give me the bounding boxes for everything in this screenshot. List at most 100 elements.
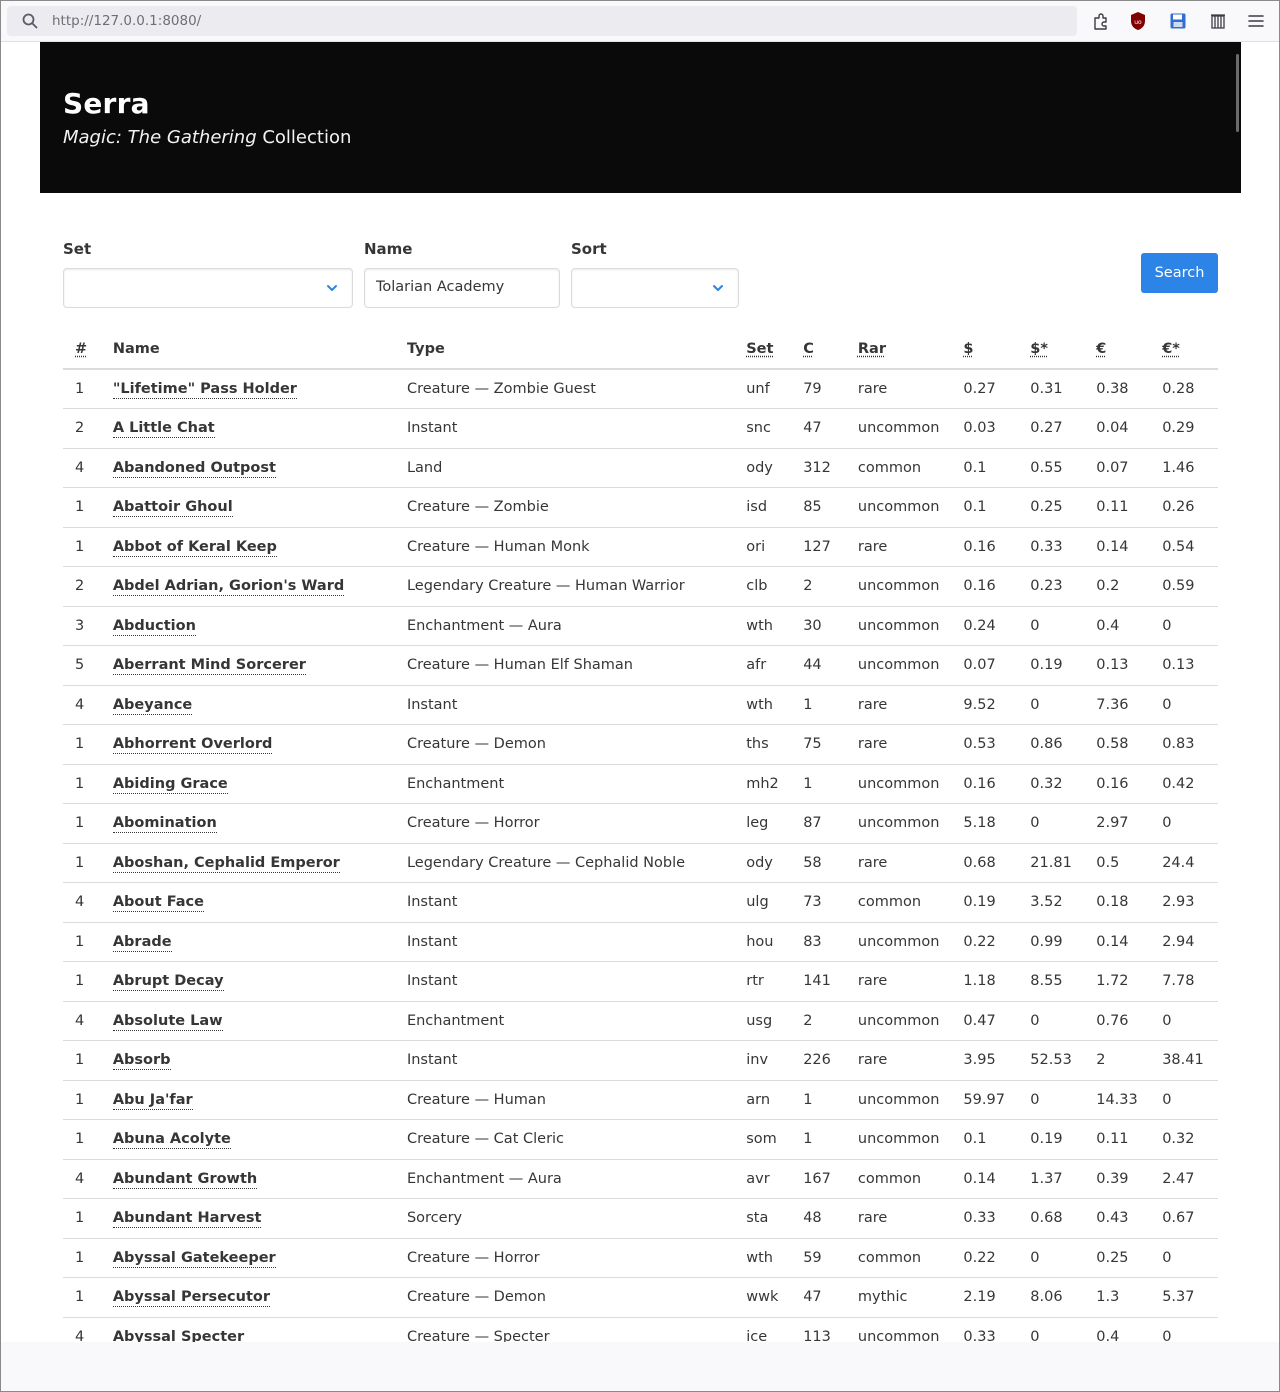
cell-eur: 0.11 [1084, 487, 1151, 528]
card-name-link[interactable]: Abhorrent Overlord [112, 736, 273, 755]
cell-usd-foil: 0 [1018, 606, 1085, 646]
card-name-link[interactable]: Abeyance [112, 696, 193, 715]
card-name-link[interactable]: Absolute Law [112, 1012, 223, 1031]
cell-type: Creature — Human Monk [394, 527, 735, 567]
cell-set: ody [734, 843, 792, 883]
cell-count: 1 [63, 843, 101, 883]
cell-eur-foil: 0 [1150, 606, 1218, 646]
sort-label: Sort [571, 240, 607, 258]
cell-count: 4 [63, 448, 101, 488]
card-name-link[interactable]: About Face [112, 894, 204, 913]
card-name-link[interactable]: Abduction [112, 617, 196, 636]
cell-count: 2 [63, 566, 101, 607]
name-input[interactable]: Tolarian Academy [364, 268, 560, 308]
card-name-link[interactable]: Abattoir Ghoul [112, 499, 233, 518]
cell-eur-foil: 0 [1150, 1001, 1218, 1041]
header-eur[interactable]: € [1084, 330, 1151, 370]
table-body: 1 "Lifetime" Pass Holder Creature — Zombie… [63, 369, 1218, 1342]
card-name-link[interactable]: A Little Chat [112, 420, 215, 439]
cell-count: 4 [63, 882, 101, 923]
cell-name: Abyssal Specter [100, 1317, 395, 1342]
card-name-link[interactable]: Absorb [112, 1052, 171, 1071]
svg-text:uo: uo [1134, 19, 1142, 26]
cell-rarity: uncommon [845, 566, 952, 607]
cell-usd-foil: 0.86 [1018, 724, 1085, 765]
cell-collector-number: 87 [791, 803, 846, 844]
header-rarity[interactable]: Rar [845, 330, 952, 370]
cell-count: 4 [63, 1317, 101, 1342]
cell-rarity: common [845, 1159, 952, 1199]
card-name-link[interactable]: Abundant Harvest [112, 1210, 262, 1229]
library-icon[interactable] [1207, 10, 1229, 32]
header-eur-foil[interactable]: €* [1150, 330, 1218, 370]
card-name-link[interactable]: Aberrant Mind Sorcerer [112, 657, 306, 676]
url-text[interactable]: http://127.0.0.1:8080/ [52, 13, 201, 29]
cell-usd: 0.22 [951, 1238, 1019, 1278]
cell-usd-foil: 0 [1018, 1001, 1085, 1041]
ublock-icon[interactable]: uo [1127, 10, 1149, 32]
cell-usd: 0.53 [951, 724, 1019, 765]
table-row: 4 Abandoned Outpost Land ody 312 common 0.1 0.5… [63, 448, 1218, 488]
table-row: 1 Abrupt Decay Instant rtr 141 rare 1.18 8.55 1.… [63, 961, 1218, 1002]
cell-eur-foil: 0 [1150, 803, 1218, 844]
cell-rarity: uncommon [845, 645, 952, 686]
address-bar[interactable]: http://127.0.0.1:8080/ [7, 6, 1077, 36]
card-name-link[interactable]: Abomination [112, 815, 217, 834]
card-name-link[interactable]: Abyssal Specter [112, 1328, 245, 1342]
header-count[interactable]: # [63, 330, 101, 370]
save-icon[interactable] [1167, 10, 1189, 32]
scrollbar-thumb[interactable] [1236, 54, 1239, 132]
cell-set: usg [734, 1001, 792, 1041]
cell-eur: 0.39 [1084, 1159, 1151, 1199]
header-set[interactable]: Set [734, 330, 792, 370]
cell-type: Instant [394, 922, 735, 962]
cell-eur: 1.72 [1084, 961, 1151, 1002]
card-name-link[interactable]: Abundant Growth [112, 1170, 258, 1189]
header-usd-foil[interactable]: $* [1018, 330, 1085, 370]
card-name-link[interactable]: "Lifetime" Pass Holder [112, 381, 297, 399]
cell-eur: 0.07 [1084, 448, 1151, 488]
cell-eur: 0.5 [1084, 843, 1151, 883]
cell-name: Abhorrent Overlord [100, 724, 395, 765]
cell-collector-number: 44 [791, 645, 846, 686]
cell-type: Sorcery [394, 1198, 735, 1239]
header-usd[interactable]: $ [951, 330, 1019, 370]
cell-usd: 0.16 [951, 566, 1019, 607]
cell-rarity: common [845, 1238, 952, 1278]
card-name-link[interactable]: Abiding Grace [112, 775, 228, 794]
cell-rarity: mythic [845, 1277, 952, 1318]
cell-type: Instant [394, 685, 735, 725]
cell-rarity: rare [845, 527, 952, 567]
cell-name: Abu Ja'far [100, 1080, 395, 1120]
menu-icon[interactable] [1245, 10, 1267, 32]
cell-name: Abiding Grace [100, 764, 395, 804]
card-name-link[interactable]: Abuna Acolyte [112, 1131, 231, 1150]
card-name-link[interactable]: Aboshan, Cephalid Emperor [112, 854, 340, 873]
page-container: Serra Magic: The Gathering Collection Se… [40, 42, 1241, 1342]
card-name-link[interactable]: Abrupt Decay [112, 973, 224, 992]
card-name-link[interactable]: Abu Ja'far [112, 1091, 193, 1110]
cell-usd: 1.18 [951, 961, 1019, 1002]
cell-rarity: rare [845, 843, 952, 883]
cell-eur-foil: 0.42 [1150, 764, 1218, 804]
cell-collector-number: 59 [791, 1238, 846, 1278]
set-select[interactable] [63, 268, 353, 308]
cell-rarity: uncommon [845, 1080, 952, 1120]
search-button[interactable]: Search [1141, 253, 1218, 293]
sort-select[interactable] [571, 268, 739, 308]
card-name-link[interactable]: Abyssal Persecutor [112, 1289, 270, 1308]
card-name-link[interactable]: Abbot of Keral Keep [112, 538, 277, 557]
card-name-link[interactable]: Abdel Adrian, Gorion's Ward [112, 578, 345, 597]
cell-count: 1 [63, 1119, 101, 1160]
cell-count: 3 [63, 606, 101, 646]
cell-usd-foil: 0.27 [1018, 408, 1085, 449]
header-collector-number[interactable]: C [791, 330, 846, 370]
cell-usd: 3.95 [951, 1040, 1019, 1081]
chevron-down-icon [327, 285, 337, 291]
card-name-link[interactable]: Abyssal Gatekeeper [112, 1249, 276, 1268]
cell-eur-foil: 0.29 [1150, 408, 1218, 449]
card-name-link[interactable]: Abrade [112, 933, 172, 952]
extensions-icon[interactable] [1090, 10, 1112, 32]
cell-usd: 0.68 [951, 843, 1019, 883]
card-name-link[interactable]: Abandoned Outpost [112, 459, 276, 478]
